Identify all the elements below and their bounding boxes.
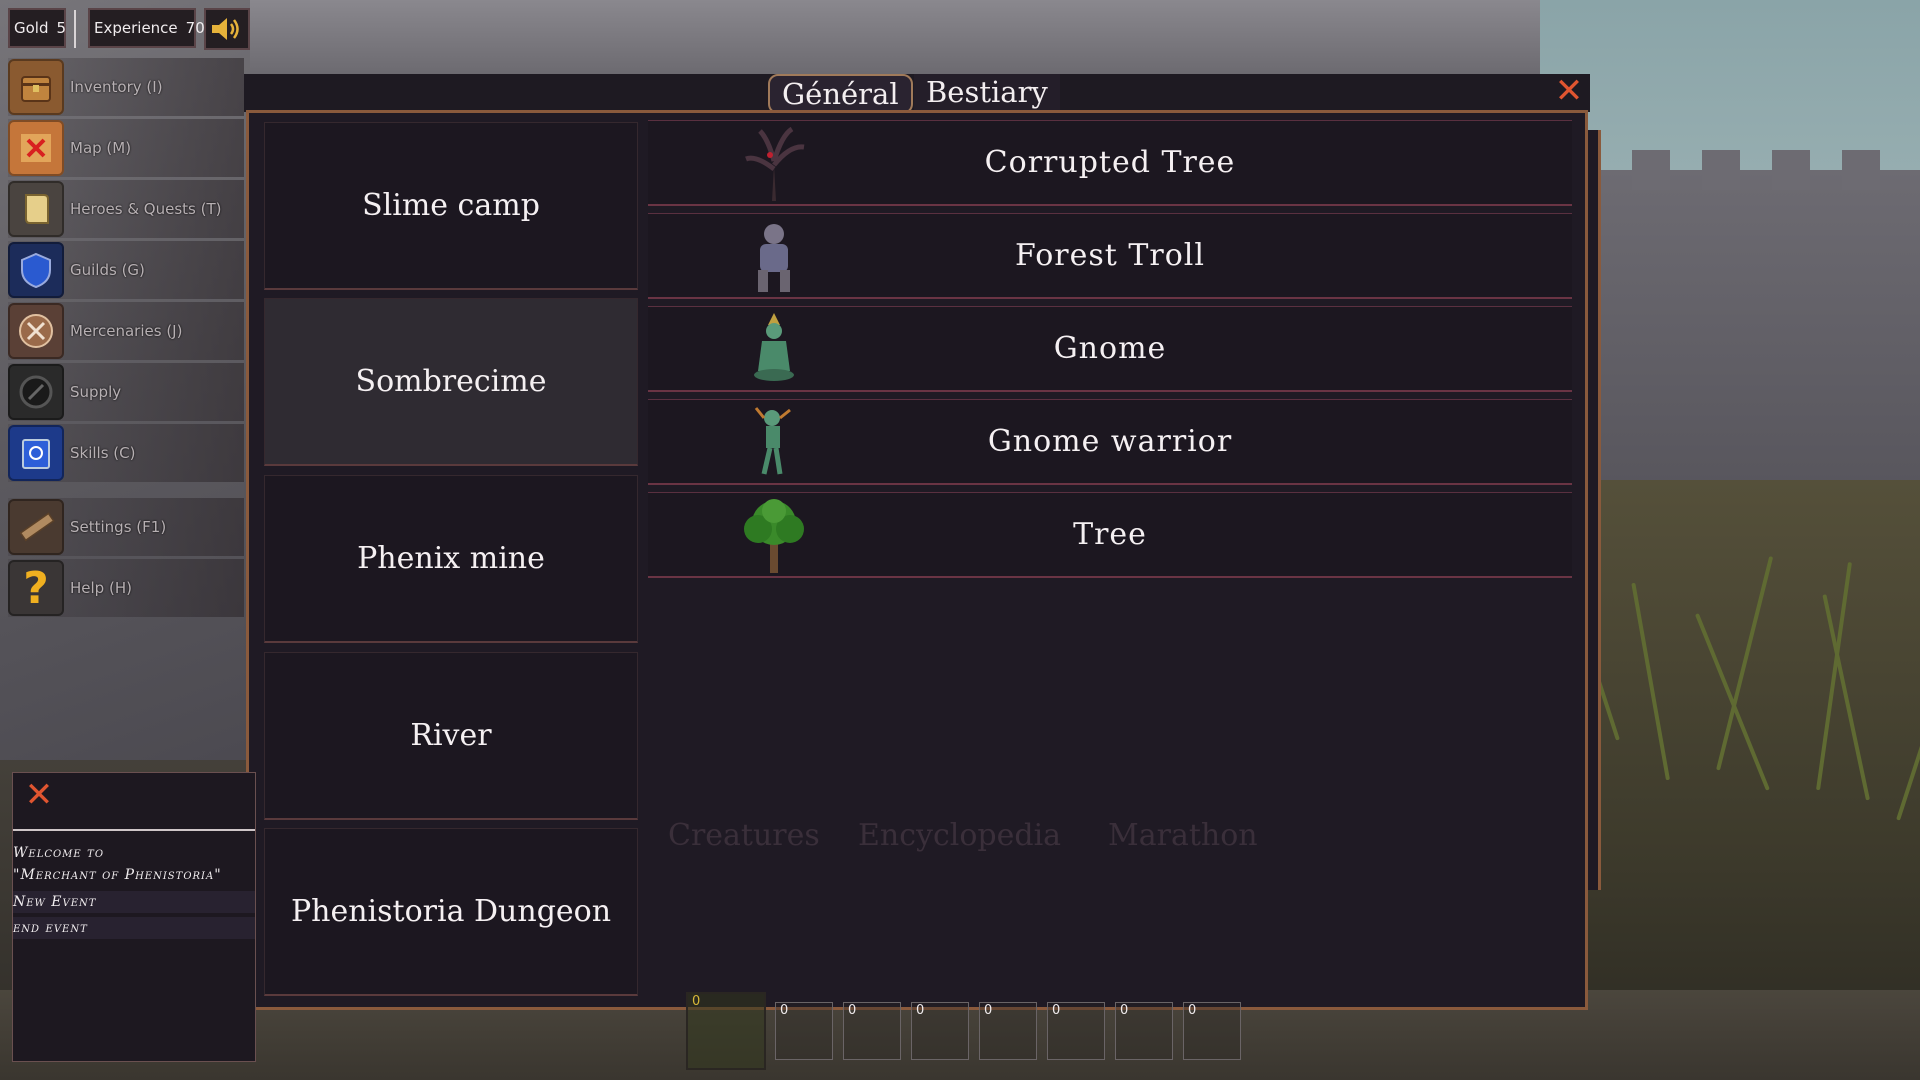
menu-item-inventory[interactable]: Inventory (I) xyxy=(8,58,244,116)
hotbar-slot[interactable]: 0 xyxy=(911,1002,969,1060)
stone-wall-top xyxy=(250,0,1600,80)
creature-name: Gnome xyxy=(1053,331,1167,366)
slot-count: 0 xyxy=(1188,1003,1197,1018)
chat-close-button[interactable]: ✕ xyxy=(17,773,61,817)
hotbar-slot[interactable]: 0 xyxy=(1115,1002,1173,1060)
scroll-icon xyxy=(8,181,64,237)
menu-item-heroes-quests[interactable]: Heroes & Quests (T) xyxy=(8,180,244,238)
crenel xyxy=(1702,150,1740,190)
chat-message: Welcome to xyxy=(13,845,105,861)
creature-name: Forest Troll xyxy=(1015,238,1205,273)
close-icon: ✕ xyxy=(24,775,54,815)
gold-label: Gold xyxy=(14,19,49,37)
creature-row-gnome-warrior[interactable]: Gnome warrior xyxy=(648,399,1572,485)
menu-label: Skills (C) xyxy=(70,444,136,462)
close-icon: ✕ xyxy=(1554,71,1584,111)
menu-item-help[interactable]: ? Help (H) xyxy=(8,559,244,617)
experience-label: Experience xyxy=(94,19,178,37)
sound-toggle-button[interactable] xyxy=(204,8,250,50)
creature-name: Corrupted Tree xyxy=(984,145,1236,180)
hotbar-slot[interactable]: 0 xyxy=(775,1002,833,1060)
chat-message: end event xyxy=(13,917,255,939)
creature-row-gnome[interactable]: Gnome xyxy=(648,306,1572,392)
creature-name: Gnome warrior xyxy=(987,424,1233,459)
experience-value: 70 xyxy=(185,19,205,37)
supply-icon xyxy=(8,364,64,420)
menu-label: Help (H) xyxy=(70,579,132,597)
menu-label: Supply xyxy=(70,383,122,401)
menu-item-map[interactable]: Map (M) xyxy=(8,119,244,177)
map-icon xyxy=(8,120,64,176)
menu-label: Mercenaries (J) xyxy=(70,322,183,340)
guild-shield-icon xyxy=(8,242,64,298)
crenel xyxy=(1842,150,1880,190)
chat-divider xyxy=(13,829,255,831)
menu-item-skills[interactable]: Skills (C) xyxy=(8,424,244,482)
creature-row-corrupted-tree[interactable]: Corrupted Tree xyxy=(648,120,1572,206)
hotbar-slot[interactable]: 0 xyxy=(1047,1002,1105,1060)
region-phenistoria-dungeon[interactable]: Phenistoria Dungeon xyxy=(264,828,638,996)
panel-edge xyxy=(1588,130,1601,890)
ruler-icon xyxy=(8,499,64,555)
faded-tab-creatures: Creatures xyxy=(668,818,820,853)
menu-item-mercenaries[interactable]: Mercenaries (J) xyxy=(8,302,244,360)
slot-count: 0 xyxy=(848,1003,857,1018)
region-river[interactable]: River xyxy=(264,652,638,820)
menu-item-settings[interactable]: Settings (F1) xyxy=(8,498,244,556)
menu-label: Settings (F1) xyxy=(70,518,167,536)
faded-tab-marathon: Marathon xyxy=(1108,818,1258,853)
hotbar-slot[interactable]: 0 xyxy=(843,1002,901,1060)
region-sombrecime[interactable]: Sombrecime xyxy=(264,298,638,466)
crenel xyxy=(1772,150,1810,190)
experience-counter: Experience 70 xyxy=(88,8,205,48)
slot-count: 0 xyxy=(1120,1003,1129,1018)
creature-name: Tree xyxy=(1073,517,1147,552)
slot-count: 0 xyxy=(984,1003,993,1018)
crenel xyxy=(1632,150,1670,190)
castle-wall xyxy=(1560,170,1920,500)
menu-label: Guilds (G) xyxy=(70,261,145,279)
creature-row-forest-troll[interactable]: Forest Troll xyxy=(648,213,1572,299)
question-icon: ? xyxy=(8,560,64,616)
hotbar-slot[interactable]: 0 xyxy=(979,1002,1037,1060)
chat-message: "Merchant of Phenistoria" xyxy=(13,867,222,883)
gold-value: 5 xyxy=(56,19,67,37)
slot-count: 0 xyxy=(692,994,701,1009)
chat-window: ✕ Welcome to "Merchant of Phenistoria" N… xyxy=(12,772,256,1062)
menu-item-guilds[interactable]: Guilds (G) xyxy=(8,241,244,299)
region-phenix-mine[interactable]: Phenix mine xyxy=(264,475,638,643)
tab-general[interactable]: Général xyxy=(768,74,913,114)
menu-label: Map (M) xyxy=(70,139,132,157)
hud-divider xyxy=(74,10,76,48)
chest-icon xyxy=(8,59,64,115)
menu-label: Inventory (I) xyxy=(70,78,163,96)
spellbook-icon xyxy=(8,425,64,481)
hotbar-slot[interactable]: 0 xyxy=(686,992,766,1070)
slot-count: 0 xyxy=(916,1003,925,1018)
slot-count: 0 xyxy=(1052,1003,1061,1018)
region-slime-camp[interactable]: Slime camp xyxy=(264,122,638,290)
tab-bestiary[interactable]: Bestiary xyxy=(914,74,1060,110)
creature-row-tree[interactable]: Tree xyxy=(648,492,1572,578)
gold-counter: Gold 5 xyxy=(8,8,66,48)
hotbar-slot[interactable]: 0 xyxy=(1183,1002,1241,1060)
speaker-icon xyxy=(212,18,239,40)
slot-count: 0 xyxy=(780,1003,789,1018)
menu-item-supply[interactable]: Supply xyxy=(8,363,244,421)
menu-label: Heroes & Quests (T) xyxy=(70,200,222,218)
panel-close-button[interactable]: ✕ xyxy=(1552,74,1586,108)
chat-message: New Event xyxy=(13,891,255,913)
crossed-axes-icon xyxy=(8,303,64,359)
faded-tab-encyclopedia: Encyclopedia xyxy=(858,818,1062,853)
